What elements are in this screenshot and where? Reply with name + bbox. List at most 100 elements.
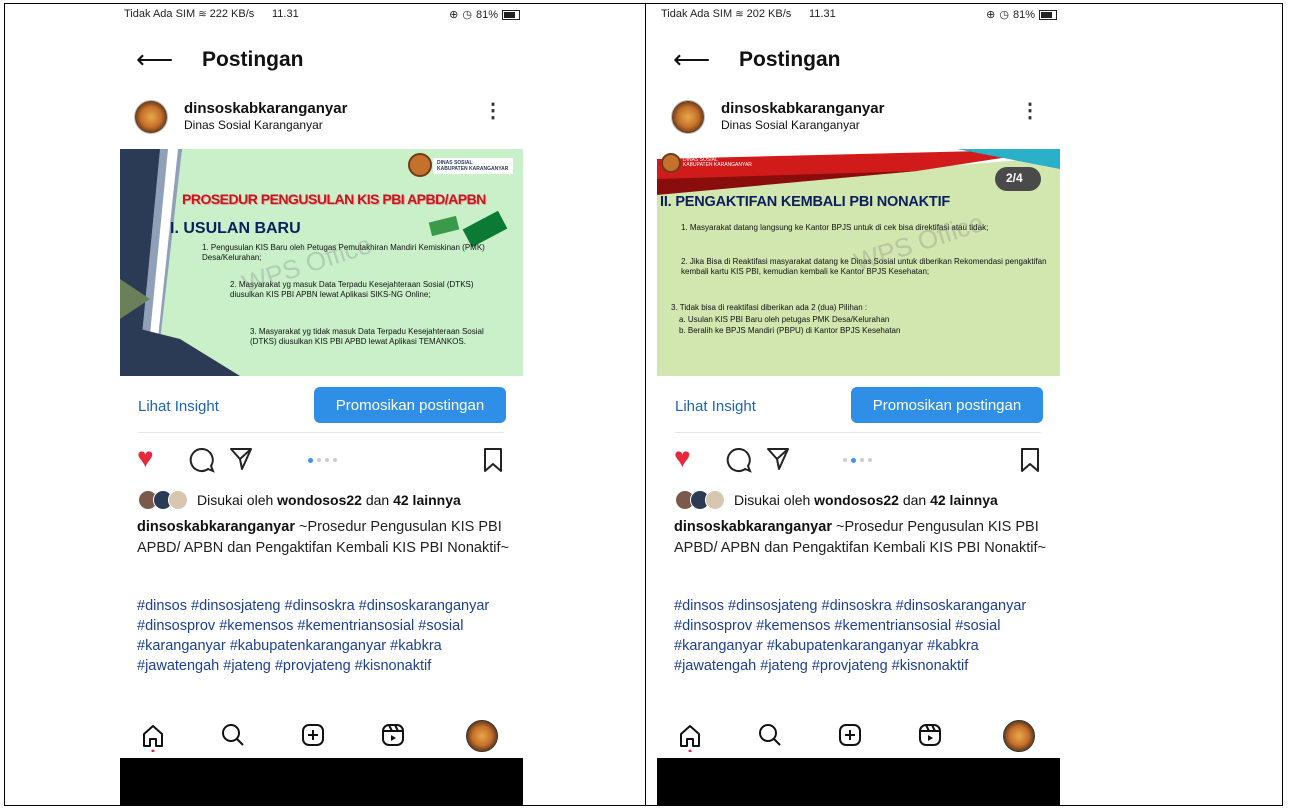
status-bar: Tidak Ada SIM ≋ 222 KB/s 11.31 ⊕ ◷ 81% (124, 8, 520, 24)
home-icon[interactable] (140, 722, 166, 757)
post-item-3b: b. Beralih ke BPJS Mandiri (PBPU) di Kan… (679, 326, 901, 335)
likes-summary[interactable]: Disukai oleh wondosos22 dan 42 lainnya (675, 490, 998, 510)
clock: 11.31 (809, 8, 836, 20)
carousel-dot (333, 458, 337, 462)
comment-icon[interactable] (188, 446, 216, 479)
post-image[interactable]: DINAS SOSIAL KABUPATEN KARANGANYAR PROSED… (120, 149, 523, 376)
heart-icon[interactable]: ♥ (137, 444, 154, 472)
promote-button[interactable]: Promosikan postingan (851, 387, 1043, 423)
username[interactable]: dinsoskabkaranganyar (721, 100, 884, 117)
alarm-icon: ◷ (999, 9, 1009, 21)
more-options-icon[interactable]: ⋮ (1020, 101, 1040, 121)
status-network: Tidak Ada SIM ≋ 202 KB/s (661, 8, 791, 20)
hashtags[interactable]: #dinsos #dinsosjateng #dinsoskra #dinsos… (674, 596, 1054, 676)
likes-text: Disukai oleh wondosos22 dan 42 lainnya (734, 492, 998, 508)
bottom-nav (120, 718, 523, 758)
phone-left: Tidak Ada SIM ≋ 222 KB/s 11.31 ⊕ ◷ 81% ⟵ P… (120, 4, 523, 806)
carousel-dot-active (308, 458, 313, 463)
speed-label: 202 KB/s (746, 8, 792, 20)
engagement-bar: ♥ (657, 444, 1060, 478)
status-right: ⊕ ◷ 81% (986, 8, 1057, 21)
likes-mid: dan (365, 492, 390, 508)
post-image[interactable]: DINAS SOSIAL KABUPATEN KARANGANYAR 2/4 II… (657, 149, 1060, 376)
battery-icon (502, 9, 520, 20)
create-post-icon[interactable] (300, 722, 326, 753)
separator (138, 432, 504, 433)
post-actions: Lihat Insight Promosikan postingan (120, 385, 523, 425)
location-icon: ⊕ (986, 9, 996, 21)
likes-prefix: Disukai oleh (197, 492, 274, 508)
caption: dinsoskabkaranganyar ~Prosedur Pengusula… (137, 517, 512, 559)
speed-label: 222 KB/s (209, 8, 255, 20)
avatar[interactable] (671, 100, 705, 134)
insight-link[interactable]: Lihat Insight (675, 398, 756, 415)
bookmark-icon[interactable] (482, 447, 504, 478)
carousel-dot (843, 458, 847, 462)
comment-icon[interactable] (725, 446, 753, 479)
alarm-icon: ◷ (462, 9, 472, 21)
username[interactable]: dinsoskabkaranganyar (184, 100, 347, 117)
promote-button[interactable]: Promosikan postingan (314, 387, 506, 423)
share-icon[interactable] (765, 446, 791, 477)
profile-avatar[interactable] (466, 720, 498, 752)
redacted-area (120, 758, 523, 806)
post-badge: DINAS SOSIAL KABUPATEN KARANGANYAR (437, 160, 508, 172)
likes-summary[interactable]: Disukai oleh wondosos22 dan 42 lainnya (138, 490, 461, 510)
post-header: dinsoskabkaranganyar Dinas Sosial Karang… (120, 96, 523, 140)
post-header: dinsoskabkaranganyar Dinas Sosial Karang… (657, 96, 1060, 140)
caption: dinsoskabkaranganyar ~Prosedur Pengusula… (674, 517, 1049, 559)
likes-mid: dan (902, 492, 927, 508)
heart-icon[interactable]: ♥ (674, 444, 691, 472)
profile-avatar[interactable] (1003, 720, 1035, 752)
carousel-counter: 2/4 (1006, 171, 1023, 185)
carousel-dot (868, 458, 872, 462)
wifi-icon: ≋ (735, 9, 744, 20)
engagement-bar: ♥ (120, 444, 523, 478)
likes-prefix: Disukai oleh (734, 492, 811, 508)
reels-icon[interactable] (917, 722, 943, 753)
home-icon[interactable] (677, 722, 703, 757)
share-icon[interactable] (228, 446, 254, 477)
post-item-3: 3. Tidak bisa di reaktifasi diberikan ad… (671, 303, 868, 312)
back-arrow-icon[interactable]: ⟵ (673, 46, 710, 72)
wifi-icon: ≋ (198, 9, 207, 20)
status-network: Tidak Ada SIM ≋ 222 KB/s (124, 8, 254, 20)
post-item-3a: a. Usulan KIS PBI Baru oleh petugas PMK … (679, 315, 890, 324)
location-icon: ⊕ (449, 9, 459, 21)
insight-link[interactable]: Lihat Insight (138, 398, 219, 415)
carousel-dot (317, 458, 321, 462)
post-item-3: 3. Masyarakat yg tidak masuk Data Terpad… (250, 327, 484, 346)
search-icon[interactable] (757, 722, 783, 753)
carrier-label: Tidak Ada SIM (124, 8, 196, 20)
carousel-dot-active (851, 458, 856, 463)
likes-count[interactable]: 42 lainnya (930, 492, 998, 508)
battery-icon (1039, 9, 1057, 20)
separator (675, 432, 1041, 433)
carousel-dot (325, 458, 329, 462)
caption-user[interactable]: dinsoskabkaranganyar (674, 519, 832, 535)
reels-icon[interactable] (380, 722, 406, 753)
liker-avatar (168, 490, 188, 510)
status-right: ⊕ ◷ 81% (449, 8, 520, 21)
likes-user[interactable]: wondosos22 (277, 492, 362, 508)
post-badge: DINAS SOSIAL KABUPATEN KARANGANYAR (683, 158, 752, 168)
avatar[interactable] (134, 100, 168, 134)
phone-right: Tidak Ada SIM ≋ 202 KB/s 11.31 ⊕ ◷ 81% ⟵ P… (657, 4, 1060, 806)
user-subtitle: Dinas Sosial Karanganyar (184, 118, 323, 132)
badge-line-2: KABUPATEN KARANGANYAR (683, 162, 752, 168)
likes-text: Disukai oleh wondosos22 dan 42 lainnya (197, 492, 461, 508)
more-options-icon[interactable]: ⋮ (483, 101, 503, 121)
clock: 11.31 (272, 8, 299, 20)
top-bar: ⟵ Postingan (657, 40, 1060, 80)
search-icon[interactable] (220, 722, 246, 753)
likes-user[interactable]: wondosos22 (814, 492, 899, 508)
battery-percent: 81% (475, 8, 498, 21)
caption-user[interactable]: dinsoskabkaranganyar (137, 519, 295, 535)
likes-count[interactable]: 42 lainnya (393, 492, 461, 508)
create-post-icon[interactable] (837, 722, 863, 753)
bottom-nav (657, 718, 1060, 758)
hashtags[interactable]: #dinsos #dinsosjateng #dinsoskra #dinsos… (137, 596, 517, 676)
back-arrow-icon[interactable]: ⟵ (136, 46, 173, 72)
top-bar: ⟵ Postingan (120, 40, 523, 80)
bookmark-icon[interactable] (1019, 447, 1041, 478)
